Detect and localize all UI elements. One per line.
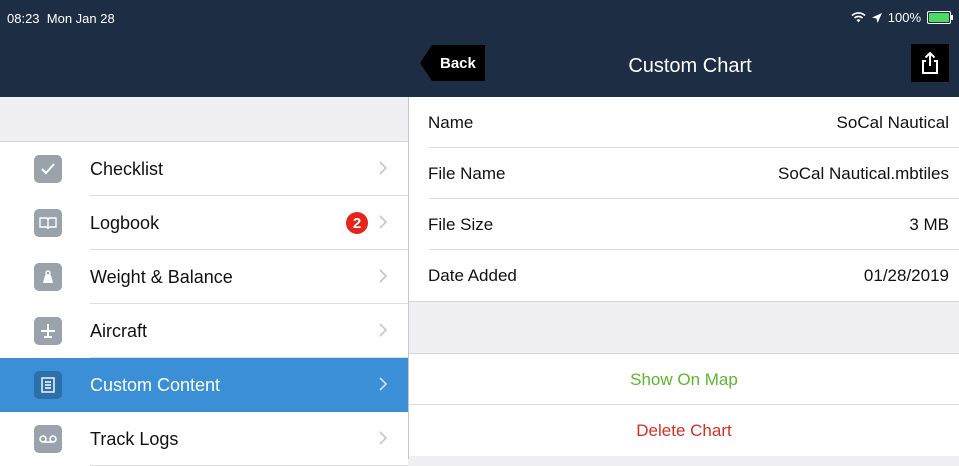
weight-icon	[34, 263, 62, 291]
sidebar-item-label: Weight & Balance	[90, 266, 233, 287]
location-arrow-icon	[871, 12, 882, 23]
battery-percent: 100%	[887, 10, 921, 25]
sidebar-item-track-logs[interactable]: Track Logs	[0, 412, 408, 466]
chart-properties: Name SoCal Nautical File Name SoCal Naut…	[409, 97, 959, 301]
delete-chart-button[interactable]: Delete Chart	[409, 405, 959, 456]
chevron-right-icon	[379, 161, 388, 175]
show-on-map-label: Show On Map	[630, 369, 738, 389]
share-icon	[922, 52, 938, 74]
sidebar-item-label: Custom Content	[90, 374, 221, 395]
chevron-right-icon	[379, 215, 388, 229]
property-key: File Size	[428, 214, 494, 234]
share-button[interactable]	[911, 44, 949, 82]
section-gap	[409, 301, 959, 354]
sidebar-item-custom-content[interactable]: Custom Content	[0, 358, 408, 412]
status-time: 08:23	[7, 11, 40, 26]
chart-actions: Show On Map Delete Chart	[409, 354, 959, 456]
sidebar-item-label: Logbook	[90, 212, 160, 233]
sidebar: Checklist Logbook 2 Weight & Balance Air…	[0, 97, 409, 466]
property-value: SoCal Nautical.mbtiles	[777, 163, 949, 183]
property-key: Name	[428, 112, 474, 132]
sidebar-item-checklist[interactable]: Checklist	[0, 142, 408, 196]
property-row-file-size: File Size 3 MB	[409, 199, 959, 250]
property-row-file-name: File Name SoCal Nautical.mbtiles	[409, 148, 959, 199]
sidebar-header-spacer	[0, 97, 408, 142]
property-key: File Name	[428, 163, 506, 183]
property-value: 3 MB	[909, 214, 949, 234]
chevron-right-icon	[379, 269, 388, 283]
back-button[interactable]: Back	[420, 45, 485, 81]
page-title: Custom Chart	[628, 55, 752, 77]
track-icon	[34, 425, 62, 453]
property-row-name: Name SoCal Nautical	[409, 97, 959, 148]
chevron-right-icon	[379, 377, 388, 391]
status-date: Mon Jan 28	[46, 11, 115, 26]
property-key: Date Added	[428, 265, 517, 285]
document-icon	[34, 371, 62, 399]
battery-icon	[927, 11, 953, 24]
sidebar-item-logbook[interactable]: Logbook 2	[0, 196, 408, 250]
sidebar-item-label: Checklist	[90, 158, 164, 179]
navigation-bar: Back Custom Chart	[0, 36, 959, 97]
chevron-right-icon	[379, 431, 388, 445]
notification-badge: 2	[346, 212, 368, 234]
sidebar-item-aircraft[interactable]: Aircraft	[0, 304, 408, 358]
show-on-map-button[interactable]: Show On Map	[409, 354, 959, 405]
status-bar: 08:23 Mon Jan 28 100%	[0, 0, 959, 36]
detail-pane: Name SoCal Nautical File Name SoCal Naut…	[409, 97, 959, 459]
property-value: 01/28/2019	[863, 265, 949, 285]
property-row-date-added: Date Added 01/28/2019	[409, 250, 959, 301]
wifi-icon	[851, 12, 866, 23]
status-indicators: 100%	[851, 10, 953, 25]
airplane-icon	[34, 317, 62, 345]
sidebar-item-label: Aircraft	[90, 320, 148, 341]
property-value: SoCal Nautical	[836, 112, 949, 132]
sidebar-item-label: Track Logs	[90, 428, 179, 449]
sidebar-item-weight-balance[interactable]: Weight & Balance	[0, 250, 408, 304]
status-time-date: 08:23 Mon Jan 28	[7, 11, 115, 26]
logbook-icon	[34, 209, 62, 237]
chevron-right-icon	[379, 323, 388, 337]
checklist-icon	[34, 155, 62, 183]
delete-chart-label: Delete Chart	[636, 420, 732, 440]
